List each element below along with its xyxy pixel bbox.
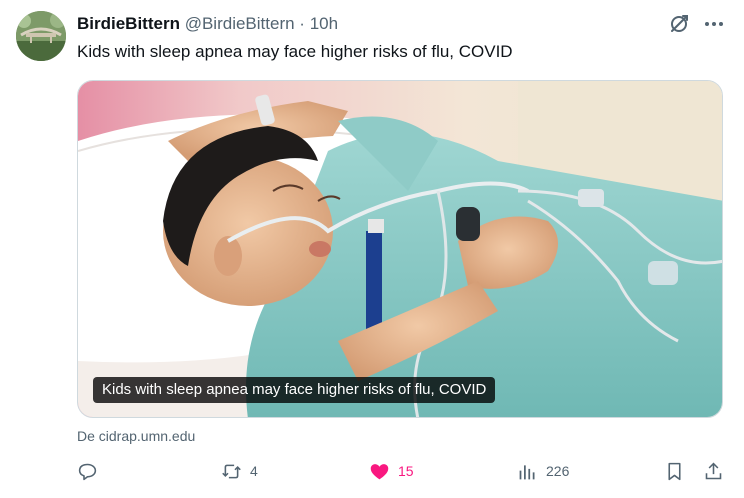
repost-count: 4 (250, 463, 258, 479)
heart-icon (370, 463, 389, 479)
post-media-image[interactable]: Kids with sleep apnea may face higher ri… (77, 80, 723, 418)
like-button[interactable]: 15 (369, 459, 414, 483)
avatar[interactable] (16, 11, 66, 61)
reply-icon (78, 463, 97, 480)
more-icon[interactable] (702, 12, 726, 36)
reply-button[interactable] (77, 459, 106, 483)
link-source[interactable]: De cidrap.umn.edu (77, 427, 195, 445)
bookmark-icon (668, 462, 681, 480)
repost-button[interactable]: 4 (221, 459, 258, 483)
author-handle[interactable]: @BirdieBittern (185, 14, 295, 33)
post-text: Kids with sleep apnea may face higher ri… (77, 42, 513, 61)
separator-dot: · (299, 14, 305, 33)
repost-icon (222, 464, 241, 478)
views-button[interactable]: 226 (517, 459, 569, 483)
bookmark-button[interactable] (664, 459, 685, 483)
share-icon (705, 462, 722, 479)
grok-icon[interactable] (667, 12, 691, 36)
media-caption: Kids with sleep apnea may face higher ri… (93, 377, 496, 403)
post-header: BirdieBittern @BirdieBittern · 10h (77, 13, 338, 35)
like-count: 15 (398, 463, 414, 479)
post-time[interactable]: 10h (310, 14, 338, 33)
share-button[interactable] (703, 459, 724, 483)
author-name[interactable]: BirdieBittern (77, 14, 180, 33)
views-count: 226 (546, 463, 570, 479)
views-icon (519, 464, 535, 479)
